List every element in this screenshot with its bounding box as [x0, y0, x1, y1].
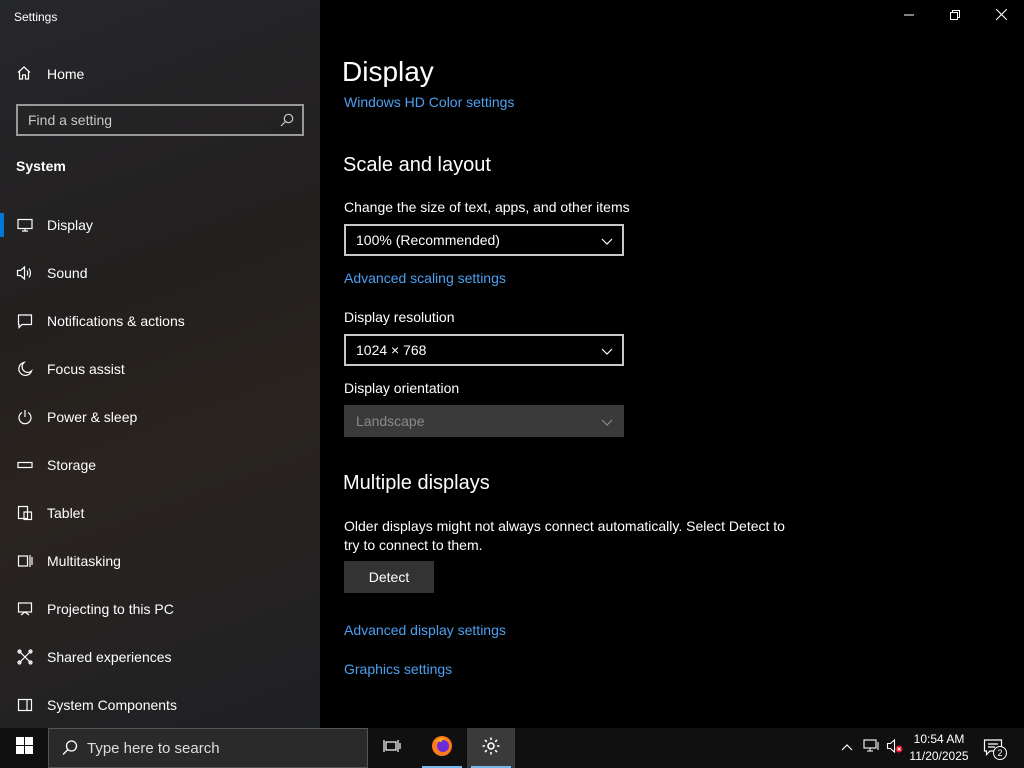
search-icon — [279, 112, 295, 131]
firefox-taskbar-button[interactable] — [418, 728, 466, 768]
taskbar-search-placeholder: Type here to search — [87, 739, 220, 757]
gear-icon — [481, 736, 501, 761]
section-title: System — [16, 158, 66, 174]
sidebar-item-storage[interactable]: Storage — [0, 441, 320, 489]
multiple-displays-heading: Multiple displays — [343, 472, 490, 494]
sidebar-item-label: Display — [47, 217, 93, 233]
orientation-value: Landscape — [356, 413, 425, 429]
sidebar-item-label: Notifications & actions — [47, 313, 185, 329]
monitor-icon — [16, 216, 34, 234]
resolution-label: Display resolution — [344, 309, 455, 325]
sidebar-item-label: Focus assist — [47, 361, 125, 377]
tablet-icon — [16, 504, 34, 522]
notification-icon: 2 — [983, 738, 1007, 760]
sidebar-item-label: System Components — [47, 697, 177, 713]
chevron-down-icon — [601, 234, 613, 250]
scale-value: 100% (Recommended) — [356, 232, 500, 248]
clock[interactable]: 10:54 AM 11/20/2025 — [906, 731, 972, 765]
scale-label: Change the size of text, apps, and other… — [344, 199, 630, 215]
volume-muted-icon — [886, 738, 904, 759]
action-center-button[interactable]: 2 — [978, 728, 1010, 768]
notification-icon — [16, 312, 34, 330]
scale-dropdown[interactable]: 100% (Recommended) — [344, 224, 624, 256]
taskbar-search-input[interactable]: Type here to search — [48, 728, 368, 768]
find-setting-input[interactable]: Find a setting — [16, 104, 304, 136]
search-placeholder: Find a setting — [28, 112, 113, 128]
sidebar-item-notifications[interactable]: Notifications & actions — [0, 297, 320, 345]
windows-logo-icon — [15, 737, 33, 759]
home-link[interactable]: Home — [16, 62, 84, 86]
task-view-button[interactable] — [368, 728, 416, 768]
shared-icon — [16, 648, 34, 666]
sidebar: Settings Home Find a setting System Disp… — [0, 0, 320, 728]
multiple-displays-description: Older displays might not always connect … — [344, 518, 785, 553]
scale-section-heading: Scale and layout — [343, 154, 491, 176]
search-icon — [61, 739, 79, 761]
orientation-dropdown[interactable]: Landscape — [344, 405, 624, 437]
sidebar-item-tablet[interactable]: Tablet — [0, 489, 320, 537]
components-icon — [16, 696, 34, 714]
main-content: Display Windows HD Color settings Scale … — [320, 0, 1024, 728]
notification-count-badge: 2 — [993, 746, 1007, 760]
page-title: Display — [342, 56, 434, 87]
home-icon — [16, 65, 47, 84]
storage-icon — [16, 456, 34, 474]
sidebar-item-label: Storage — [47, 457, 97, 473]
show-hidden-icons-button[interactable] — [836, 728, 858, 768]
taskbar: Type here to search 10:54 AM 11/20/2025 … — [0, 728, 1024, 768]
detect-button[interactable]: Detect — [344, 561, 434, 593]
sidebar-item-shared-experiences[interactable]: Shared experiences — [0, 633, 320, 681]
start-button[interactable] — [0, 728, 48, 768]
graphics-settings-link[interactable]: Graphics settings — [344, 661, 452, 677]
app-title: Settings — [14, 10, 58, 24]
sidebar-item-projecting[interactable]: Projecting to this PC — [0, 585, 320, 633]
clock-date: 11/20/2025 — [909, 749, 969, 763]
clock-time: 10:54 AM — [913, 732, 965, 746]
sidebar-item-display[interactable]: Display — [0, 201, 320, 249]
power-icon — [16, 408, 34, 426]
sidebar-item-label: Sound — [47, 265, 88, 281]
advanced-scaling-link[interactable]: Advanced scaling settings — [344, 270, 506, 286]
sidebar-item-label: Multitasking — [47, 553, 121, 569]
sidebar-item-system-components[interactable]: System Components — [0, 681, 320, 729]
home-label: Home — [47, 66, 85, 82]
settings-taskbar-button[interactable] — [467, 728, 515, 768]
sidebar-item-label: Shared experiences — [47, 649, 172, 665]
network-tray-button[interactable] — [860, 728, 884, 768]
speaker-icon — [16, 264, 34, 282]
volume-tray-button[interactable] — [884, 728, 906, 768]
sidebar-item-focus-assist[interactable]: Focus assist — [0, 345, 320, 393]
sidebar-item-label: Power & sleep — [47, 409, 138, 425]
sidebar-item-power-sleep[interactable]: Power & sleep — [0, 393, 320, 441]
advanced-display-link[interactable]: Advanced display settings — [344, 622, 506, 638]
task-view-icon — [383, 738, 401, 759]
resolution-dropdown[interactable]: 1024 × 768 — [344, 334, 624, 366]
sidebar-item-sound[interactable]: Sound — [0, 249, 320, 297]
chevron-up-icon — [841, 739, 853, 757]
settings-window: Settings Home Find a setting System Disp… — [0, 0, 1024, 728]
firefox-icon — [430, 734, 454, 763]
sidebar-item-multitasking[interactable]: Multitasking — [0, 537, 320, 585]
sidebar-item-label: Projecting to this PC — [47, 601, 174, 617]
resolution-value: 1024 × 768 — [356, 342, 427, 358]
network-icon — [863, 738, 881, 759]
chevron-down-icon — [601, 415, 613, 431]
sidebar-nav: Display Sound Notifications & actions Fo… — [0, 201, 320, 729]
hd-color-link[interactable]: Windows HD Color settings — [344, 94, 514, 110]
sidebar-item-label: Tablet — [47, 505, 85, 521]
orientation-label: Display orientation — [344, 380, 460, 396]
multitasking-icon — [16, 552, 34, 570]
moon-icon — [16, 360, 34, 378]
chevron-down-icon — [601, 344, 613, 360]
projecting-icon — [16, 600, 34, 618]
